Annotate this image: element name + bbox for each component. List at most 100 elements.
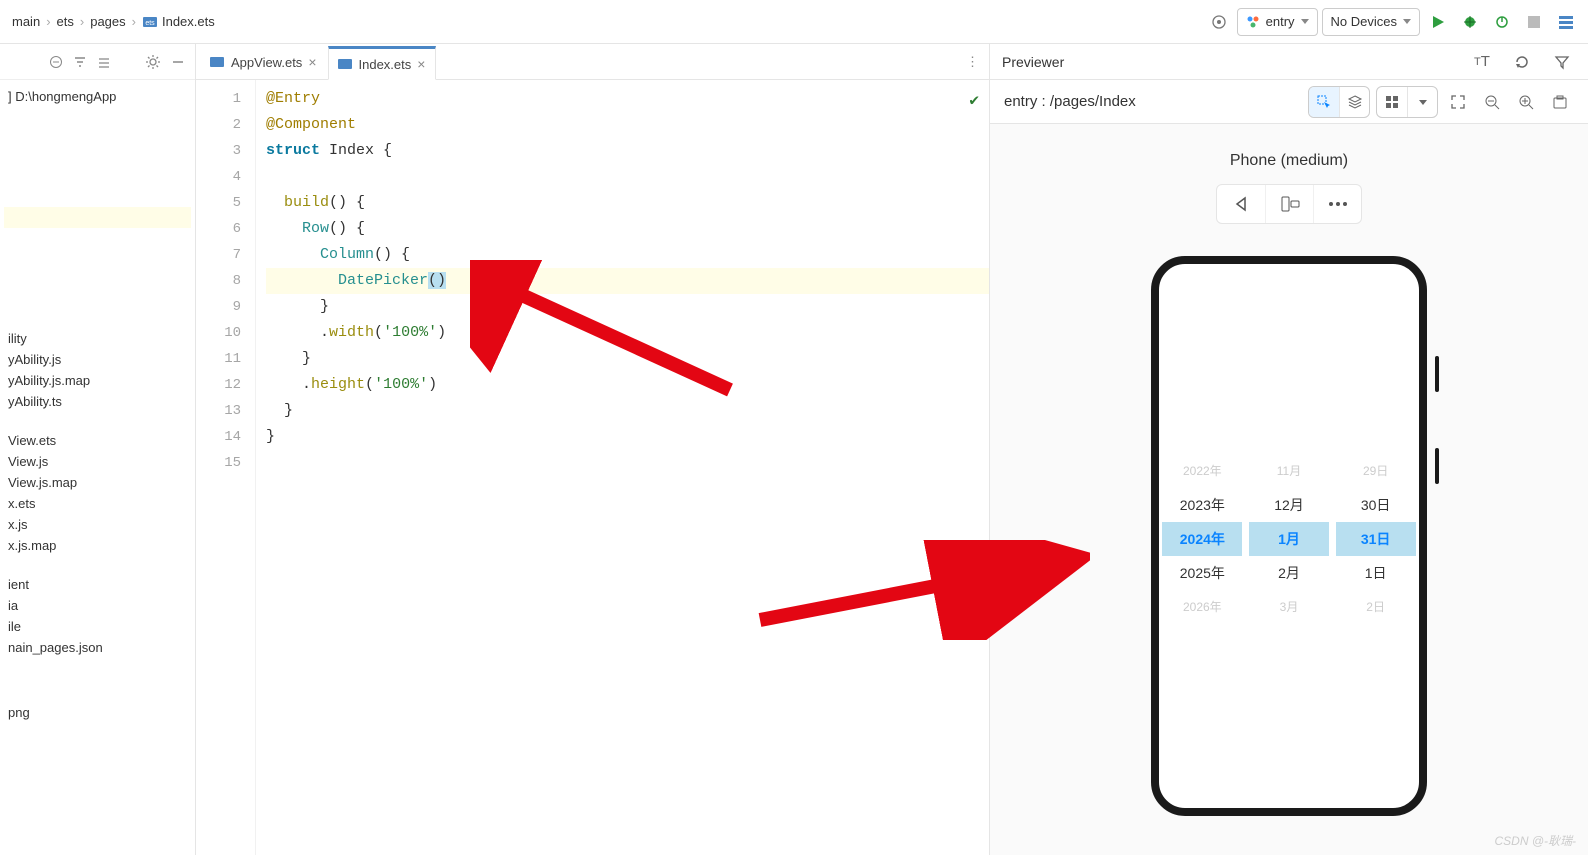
line-number: 15: [196, 450, 255, 476]
line-number: 3: [196, 138, 255, 164]
gear-icon[interactable]: [145, 54, 161, 70]
grid-toggle[interactable]: [1376, 86, 1438, 118]
month-column[interactable]: 11月 12月 1月 2月 3月: [1249, 454, 1329, 624]
device-selector[interactable]: No Devices: [1322, 8, 1420, 36]
editor-tabs: AppView.ets × Index.ets × ⋮: [196, 44, 989, 80]
options-icon[interactable]: [97, 55, 111, 69]
fullscreen-icon[interactable]: [1444, 88, 1472, 116]
ets-file-icon: ets: [142, 14, 158, 30]
code-area[interactable]: ✔ @Entry @Component struct Index { build…: [256, 80, 989, 855]
line-number: 1: [196, 86, 255, 112]
chevron-right-icon: ›: [44, 14, 52, 29]
inspect-toggle[interactable]: [1308, 86, 1370, 118]
layers-icon[interactable]: [1339, 87, 1369, 117]
list-item[interactable]: yAbility.ts: [4, 391, 191, 412]
previewer-title: Previewer: [1002, 54, 1064, 70]
breadcrumb-item[interactable]: ets: [53, 14, 78, 29]
stop-button[interactable]: [1520, 8, 1548, 36]
gutter: 1 2 3 4 5 6 7 8 9 10 11 12 13 14 15: [196, 80, 256, 855]
list-item[interactable]: x.ets: [4, 493, 191, 514]
chevron-down-icon: [1403, 19, 1411, 24]
filter-icon[interactable]: [1548, 48, 1576, 76]
list-item[interactable]: nain_pages.json: [4, 637, 191, 658]
module-selector[interactable]: entry: [1237, 8, 1318, 36]
list-item[interactable]: View.js.map: [4, 472, 191, 493]
list-item[interactable]: ile: [4, 616, 191, 637]
line-number: 5: [196, 190, 255, 216]
tab-label: Index.ets: [359, 57, 412, 72]
profile-button[interactable]: [1488, 8, 1516, 36]
inspector-icon[interactable]: [1309, 87, 1339, 117]
line-number: 2: [196, 112, 255, 138]
close-icon[interactable]: ×: [417, 56, 425, 72]
day-column[interactable]: 29日 30日 31日 1日 2日: [1336, 454, 1416, 624]
zoom-in-icon[interactable]: [1512, 88, 1540, 116]
line-number: 7: [196, 242, 255, 268]
chevron-down-icon[interactable]: [1407, 87, 1437, 117]
zoom-out-icon[interactable]: [1478, 88, 1506, 116]
list-item[interactable]: View.js: [4, 451, 191, 472]
phone-preview[interactable]: 2022年 2023年 2024年 2025年 2026年 11月 12月 1月…: [1151, 256, 1427, 816]
previewer-entry-bar: entry : /pages/Index: [990, 80, 1588, 124]
grid-icon[interactable]: [1377, 87, 1407, 117]
more-icon[interactable]: [1552, 8, 1580, 36]
breadcrumb-item[interactable]: ets Index.ets: [138, 14, 219, 30]
list-item[interactable]: png: [4, 702, 191, 723]
tab-overflow-icon[interactable]: ⋮: [956, 45, 989, 79]
line-number: 4: [196, 164, 255, 190]
device-caption: Phone (medium): [1230, 152, 1348, 170]
minimize-icon[interactable]: [171, 55, 185, 69]
line-number: 12: [196, 372, 255, 398]
line-number: 10: [196, 320, 255, 346]
date-picker[interactable]: 2022年 2023年 2024年 2025年 2026年 11月 12月 1月…: [1159, 454, 1419, 624]
entry-path: entry : /pages/Index: [1004, 93, 1136, 110]
project-panel: ] D:\hongmengApp ility yAbility.js yAbil…: [0, 44, 196, 855]
chevron-down-icon: [1301, 19, 1309, 24]
line-number: 9: [196, 294, 255, 320]
text-size-icon[interactable]: TT: [1468, 48, 1496, 76]
close-icon[interactable]: ×: [308, 54, 316, 70]
more-button[interactable]: [1313, 185, 1361, 223]
rotate-button[interactable]: [1265, 185, 1313, 223]
editor[interactable]: 1 2 3 4 5 6 7 8 9 10 11 12 13 14 15 ✔ @E…: [196, 80, 989, 855]
screenshot-icon[interactable]: [1546, 88, 1574, 116]
list-item[interactable]: ient: [4, 574, 191, 595]
watermark: CSDN @-耿瑞-: [1494, 832, 1576, 849]
editor-tab[interactable]: Index.ets ×: [328, 46, 437, 80]
line-number: 8: [196, 268, 255, 294]
top-toolbar: entry No Devices: [1205, 8, 1580, 36]
breadcrumb-item[interactable]: pages: [86, 14, 129, 29]
list-item[interactable]: x.js: [4, 514, 191, 535]
debug-button[interactable]: [1456, 8, 1484, 36]
previewer-panel: Previewer TT entry : /pages/Index: [990, 44, 1588, 855]
editor-panel: AppView.ets × Index.ets × ⋮ 1 2 3 4 5 6 …: [196, 44, 990, 855]
year-column[interactable]: 2022年 2023年 2024年 2025年 2026年: [1162, 454, 1242, 624]
list-item[interactable]: yAbility.js.map: [4, 370, 191, 391]
chevron-right-icon: ›: [78, 14, 86, 29]
target-icon[interactable]: [1205, 8, 1233, 36]
list-item[interactable]: View.ets: [4, 430, 191, 451]
collapse-icon[interactable]: [49, 55, 63, 69]
phone-side-button: [1435, 448, 1439, 484]
breadcrumb-item[interactable]: main: [8, 14, 44, 29]
preview-actions: [1216, 184, 1362, 224]
preview-canvas: Phone (medium) 2022年 2023年 2024年 2025年 2…: [990, 124, 1588, 855]
line-number: 6: [196, 216, 255, 242]
list-item[interactable]: ility: [4, 328, 191, 349]
list-item[interactable]: yAbility.js: [4, 349, 191, 370]
module-label: entry: [1266, 14, 1295, 29]
svg-text:ets: ets: [145, 20, 155, 27]
checkmark-icon: ✔: [969, 88, 979, 114]
list-item[interactable]: ia: [4, 595, 191, 616]
tree-root[interactable]: ] D:\hongmengApp: [4, 86, 191, 107]
module-icon: [1246, 15, 1260, 29]
project-tree[interactable]: ] D:\hongmengApp ility yAbility.js yAbil…: [0, 80, 195, 729]
run-button[interactable]: [1424, 8, 1452, 36]
list-item[interactable]: [4, 207, 191, 228]
refresh-icon[interactable]: [1508, 48, 1536, 76]
project-toolbar: [0, 44, 195, 80]
back-button[interactable]: [1217, 185, 1265, 223]
editor-tab[interactable]: AppView.ets ×: [200, 45, 328, 79]
list-item[interactable]: x.js.map: [4, 535, 191, 556]
expand-icon[interactable]: [73, 55, 87, 69]
